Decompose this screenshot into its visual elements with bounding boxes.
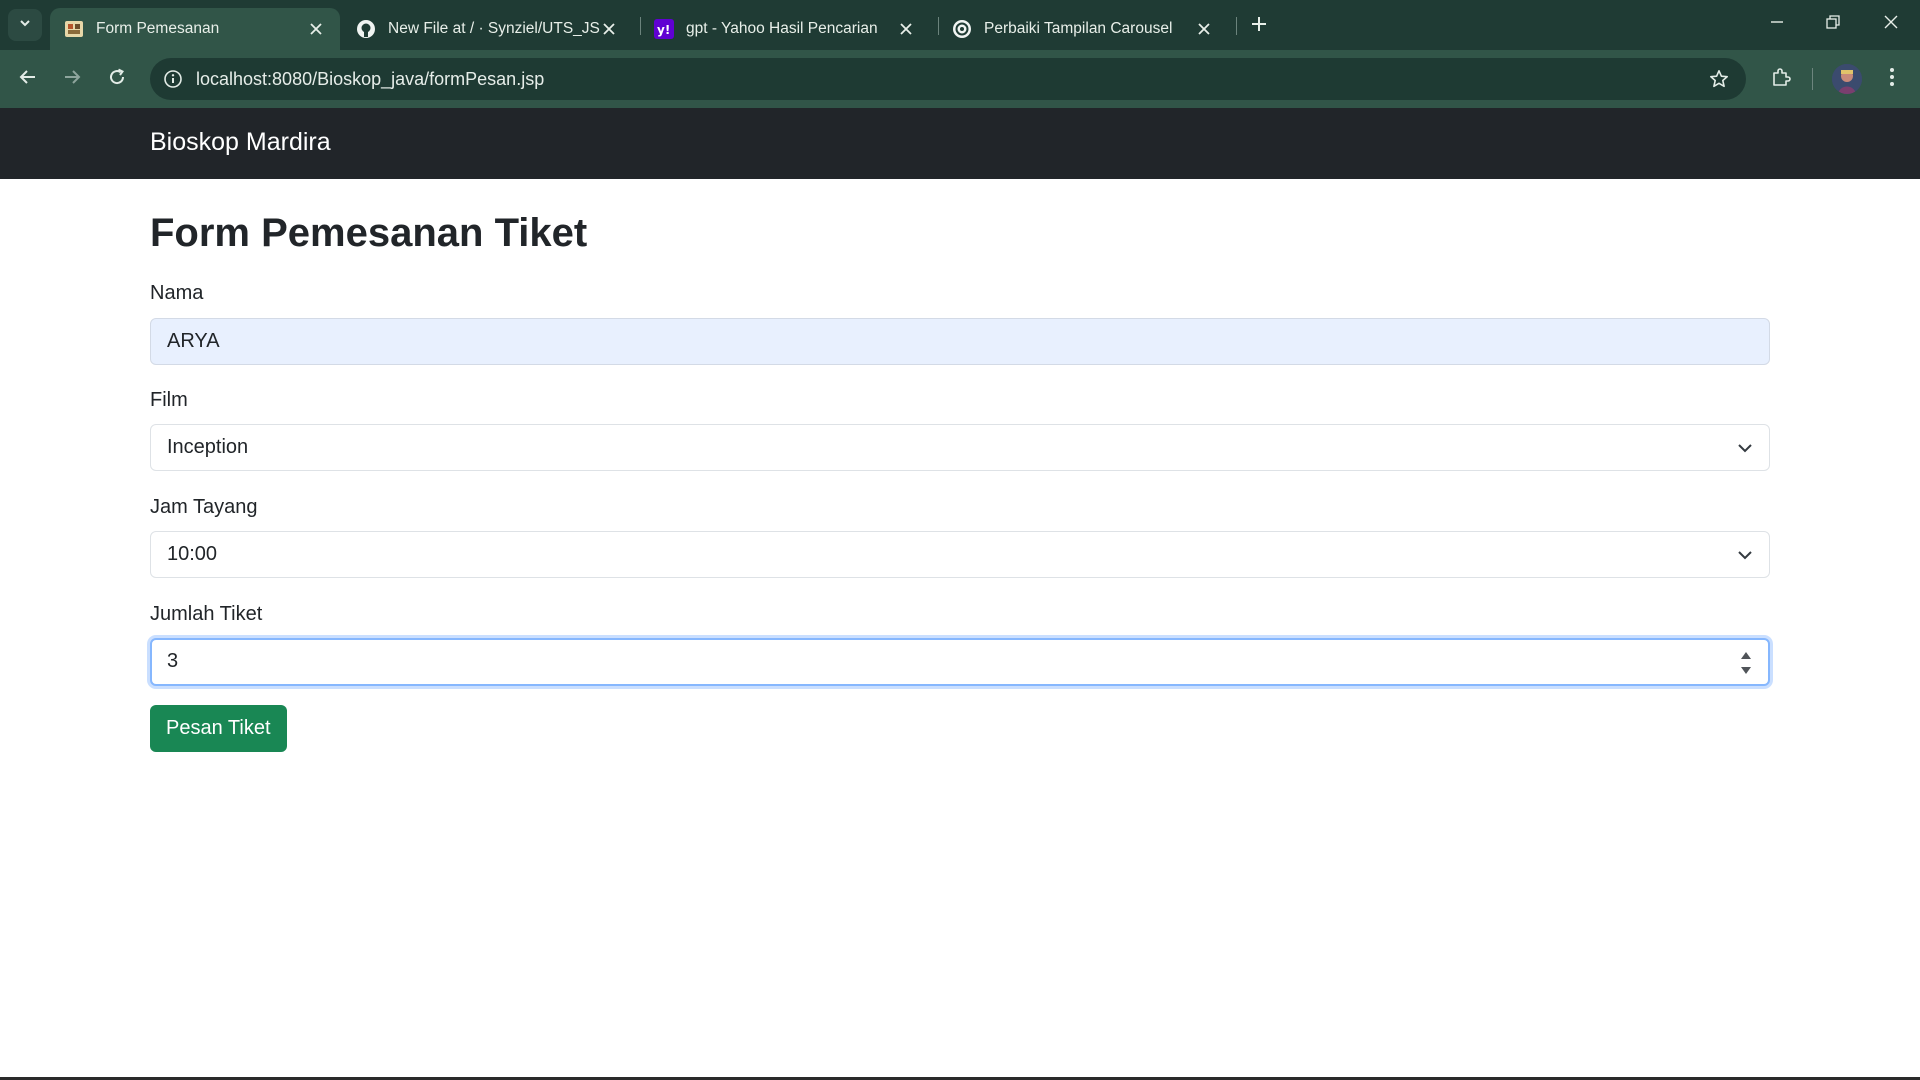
tab-search-button[interactable] bbox=[8, 9, 42, 41]
close-icon bbox=[1884, 15, 1898, 34]
film-selected-value: Inception bbox=[167, 436, 249, 458]
more-vertical-icon bbox=[1889, 67, 1895, 92]
toolbar-divider bbox=[1812, 68, 1813, 90]
film-label: Film bbox=[150, 389, 188, 411]
spin-up-icon[interactable] bbox=[1739, 650, 1753, 661]
film-select[interactable]: Inception bbox=[150, 424, 1770, 471]
address-url: localhost:8080/Bioskop_java/formPesan.js… bbox=[196, 69, 545, 89]
browser-toolbar: localhost:8080/Bioskop_java/formPesan.js… bbox=[0, 50, 1920, 108]
jam-tayang-select[interactable]: 10:00 bbox=[150, 531, 1770, 578]
plus-icon bbox=[1251, 16, 1267, 37]
restore-icon bbox=[1826, 14, 1840, 34]
tab-title: gpt - Yahoo Hasil Pencarian bbox=[686, 20, 878, 37]
svg-text:y!: y! bbox=[657, 23, 670, 37]
chevron-down-icon bbox=[18, 16, 32, 35]
jam-tayang-label: Jam Tayang bbox=[150, 496, 258, 518]
chevron-down-icon bbox=[1735, 438, 1755, 458]
back-button[interactable] bbox=[12, 63, 44, 95]
close-tab-icon[interactable] bbox=[306, 19, 326, 39]
site-info-icon[interactable] bbox=[162, 68, 184, 90]
tab-yahoo[interactable]: y! gpt - Yahoo Hasil Pencarian bbox=[640, 8, 930, 50]
chatgpt-icon bbox=[952, 19, 972, 39]
nama-input[interactable]: ARYA bbox=[150, 318, 1770, 365]
browser-tabstrip: Form Pemesanan New File at / · Synziel/U… bbox=[0, 0, 1920, 50]
address-bar[interactable]: localhost:8080/Bioskop_java/formPesan.js… bbox=[150, 58, 1746, 100]
close-tab-icon[interactable] bbox=[1194, 19, 1214, 39]
github-icon bbox=[356, 19, 376, 39]
tab-title: New File at / · Synziel/UTS_JSP_ bbox=[388, 20, 600, 37]
close-tab-icon[interactable] bbox=[600, 19, 618, 39]
close-tab-icon[interactable] bbox=[896, 19, 916, 39]
arrow-right-icon bbox=[63, 68, 81, 91]
new-tab-button[interactable] bbox=[1246, 13, 1272, 39]
bookmark-star-icon[interactable] bbox=[1708, 68, 1730, 90]
restore-button[interactable] bbox=[1810, 8, 1856, 40]
spin-down-icon[interactable] bbox=[1739, 665, 1753, 676]
jumlah-tiket-value: 3 bbox=[167, 650, 179, 672]
browser-menu-button[interactable] bbox=[1876, 63, 1908, 95]
nama-label: Nama bbox=[150, 282, 204, 304]
navbar-brand[interactable]: Bioskop Mardira bbox=[150, 128, 331, 157]
tab-title: Perbaiki Tampilan Carousel bbox=[984, 20, 1173, 37]
minimize-icon bbox=[1770, 15, 1784, 34]
puzzle-icon bbox=[1771, 67, 1791, 92]
tab-github[interactable]: New File at / · Synziel/UTS_JSP_ bbox=[342, 8, 632, 50]
page-title: Form Pemesanan Tiket bbox=[150, 211, 588, 255]
reload-button[interactable] bbox=[101, 63, 133, 95]
extensions-button[interactable] bbox=[1765, 63, 1797, 95]
arrow-left-icon bbox=[19, 68, 37, 91]
minimize-button[interactable] bbox=[1754, 8, 1800, 40]
tab-title: Form Pemesanan bbox=[96, 20, 220, 37]
pesan-tiket-button[interactable]: Pesan Tiket bbox=[150, 705, 287, 752]
site-navbar: Bioskop Mardira bbox=[0, 108, 1920, 179]
jumlah-tiket-label: Jumlah Tiket bbox=[150, 603, 263, 625]
yahoo-icon: y! bbox=[654, 19, 674, 39]
jam-tayang-selected-value: 10:00 bbox=[167, 543, 218, 565]
close-window-button[interactable] bbox=[1868, 8, 1914, 40]
forward-button[interactable] bbox=[56, 63, 88, 95]
nama-value: ARYA bbox=[167, 330, 220, 352]
reload-icon bbox=[108, 68, 126, 91]
number-spinner[interactable] bbox=[1738, 650, 1754, 676]
profile-avatar[interactable] bbox=[1832, 64, 1862, 94]
cinema-favicon-icon bbox=[64, 19, 84, 39]
tab-separator bbox=[1236, 17, 1237, 35]
tab-chatgpt[interactable]: Perbaiki Tampilan Carousel bbox=[938, 8, 1228, 50]
jumlah-tiket-input[interactable]: 3 bbox=[150, 638, 1770, 686]
chevron-down-icon bbox=[1735, 545, 1755, 565]
tab-form-pemesanan[interactable]: Form Pemesanan bbox=[50, 8, 340, 50]
